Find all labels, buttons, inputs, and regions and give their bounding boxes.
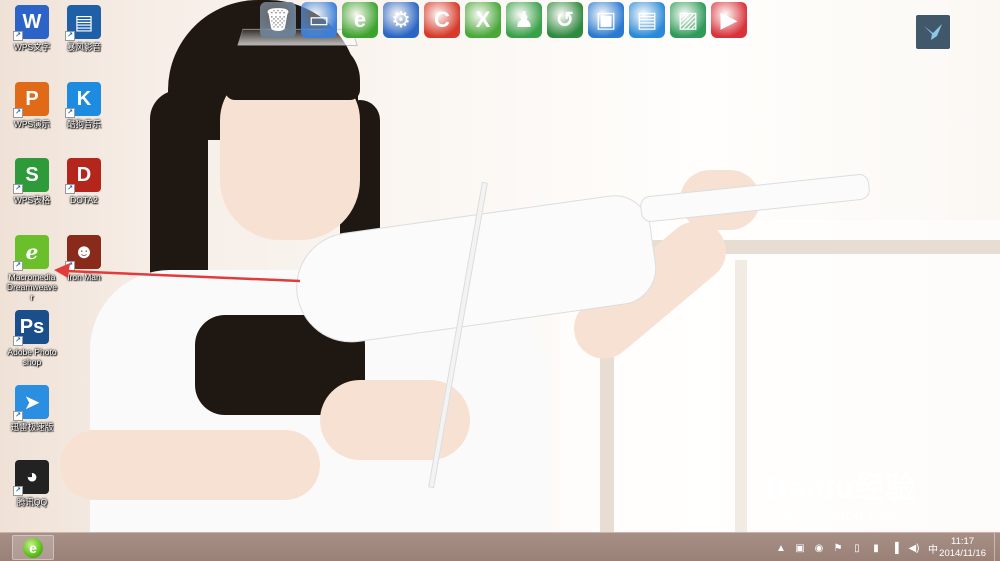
system-tray: ▲ ▣ ◉ ⚑ ▯ ▮ ▐ ◀) 中 <box>774 537 940 559</box>
clock-date: 2014/11/16 <box>939 548 986 559</box>
battery-icon[interactable]: ▮ <box>869 541 883 555</box>
input-method-icon[interactable]: 中 <box>926 541 940 556</box>
watermark-brand: Baidu经验 <box>766 472 917 505</box>
show-desktop-button[interactable] <box>994 533 1000 561</box>
taskbar-clock[interactable]: 11:17 2014/11/16 <box>939 536 986 560</box>
bird-tile-icon[interactable] <box>916 15 950 49</box>
app-tray-icon[interactable]: ▣ <box>793 541 807 555</box>
network-signal-icon[interactable]: ▐ <box>888 541 902 555</box>
device-tray-icon[interactable]: ▯ <box>850 541 864 555</box>
show-hidden-icons-icon[interactable]: ▲ <box>774 541 788 555</box>
action-center-flag-icon[interactable]: ⚑ <box>831 541 845 555</box>
desktop-wallpaper: 🗑 ▭ e ⚙ C X ♟ ↺ ▣ ▤ ▨ ▶ W ↗ WPS文字 ▤ ↗ 暴风影音 P ↗ WPS演示 K ↗ 酷狗音乐 S… <box>0 0 1000 532</box>
annotation-arrow <box>54 263 301 283</box>
taskbar: e ▲ ▣ ◉ ⚑ ▯ ▮ ▐ ◀) 中 11:17 2014/11/16 <box>0 532 1000 561</box>
baidu-watermark: Baidu经验 jingyan.baidu.com <box>766 463 916 523</box>
clock-time: 11:17 <box>951 536 975 547</box>
volume-icon[interactable]: ◀) <box>907 541 921 555</box>
start-button[interactable]: e <box>12 535 54 560</box>
start-orb-icon: e <box>23 537 43 558</box>
watermark-url: jingyan.baidu.com <box>768 507 898 523</box>
qq-tray-icon[interactable]: ◉ <box>812 541 826 555</box>
